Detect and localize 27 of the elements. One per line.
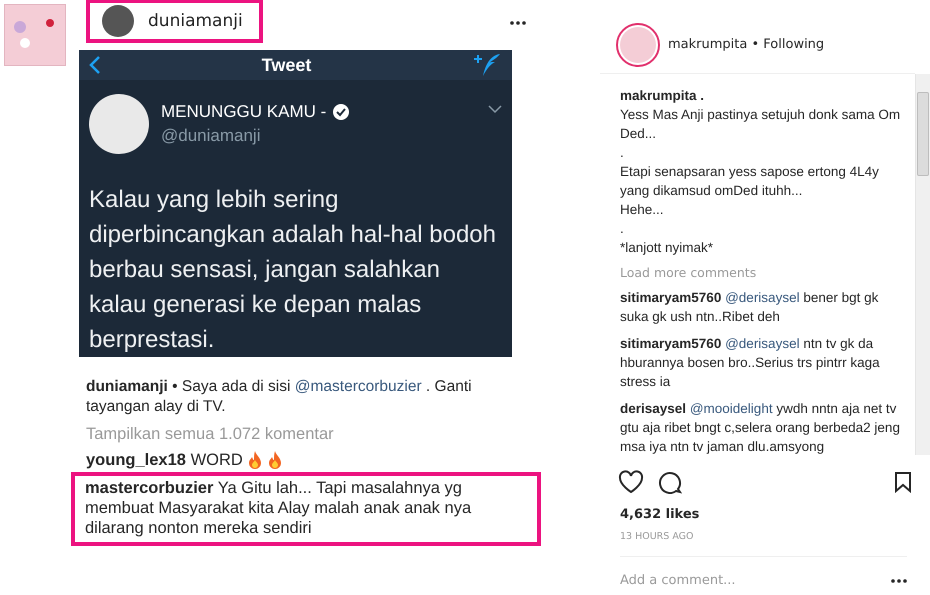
more-options-icon[interactable] bbox=[891, 578, 907, 582]
highlighted-comment: mastercorbuzier Ya Gitu lah... Tapi masalahnya yg membuat Masyarakat kita Alay malah anak anak nya dilarang nonton mereka sendiri bbox=[71, 472, 541, 546]
comment: young_lex18 WORD bbox=[86, 450, 554, 470]
bookmark-icon[interactable] bbox=[894, 471, 912, 493]
flame-icon bbox=[246, 450, 263, 470]
comment: derisaysel @mooidelight ywdh nntn aja net tv gtu aja ribet bngt c,selera orang berbeda2 jeng msa iya ntn tv jaman dlu.amsyong bbox=[620, 400, 901, 455]
scrollbar[interactable] bbox=[915, 74, 930, 455]
comment: sitimaryam5760 @derisaysel ntn tv gk da hburannya bosen bro..Serius trs pintrr kaga stress ia bbox=[620, 335, 881, 391]
tweet-text: Kalau yang lebih sering diperbincangkan adalah hal-hal bodoh berbau sensasi, jangan salahkan kalau generasi ke depan malas berprestasi. bbox=[89, 185, 497, 355]
flame-icon bbox=[266, 450, 283, 470]
user-handle: @duniamanji bbox=[161, 126, 262, 146]
tweet-title: Tweet bbox=[262, 54, 312, 76]
post-author[interactable]: makrumpita • Following bbox=[668, 37, 824, 52]
likes-count[interactable]: 4,632 likes bbox=[620, 507, 930, 522]
mention-link[interactable]: @mastercorbuzier bbox=[294, 378, 422, 395]
heart-icon[interactable] bbox=[618, 470, 644, 494]
compose-feather-icon[interactable] bbox=[472, 52, 502, 78]
caption-text: makrumpita . Yess Mas Anji pastinya setujuh donk sama Om Ded... . Etapi senapsaran yess sapose ertong 4L4y yang dikamsud omDed ituhh... Hehe... . *lanjott nyimak* bbox=[620, 87, 902, 257]
post-caption: duniamanji • Saya ada di sisi @mastercorbuzier . Ganti tayangan alay di TV. bbox=[86, 377, 473, 417]
comment: sitimaryam5760 @derisaysel bener bgt gk suka gk ush ntn..Ribet deh bbox=[620, 289, 880, 326]
comment-bubble-icon[interactable] bbox=[658, 470, 682, 494]
display-name: MENUNGGU KAMU - bbox=[161, 102, 326, 122]
chevron-down-icon[interactable] bbox=[488, 104, 502, 114]
avatar-ring[interactable] bbox=[616, 22, 660, 66]
avatar bbox=[102, 5, 134, 37]
post-time: 13 HOURS AGO bbox=[620, 531, 695, 542]
username[interactable]: duniamanji bbox=[148, 11, 243, 31]
